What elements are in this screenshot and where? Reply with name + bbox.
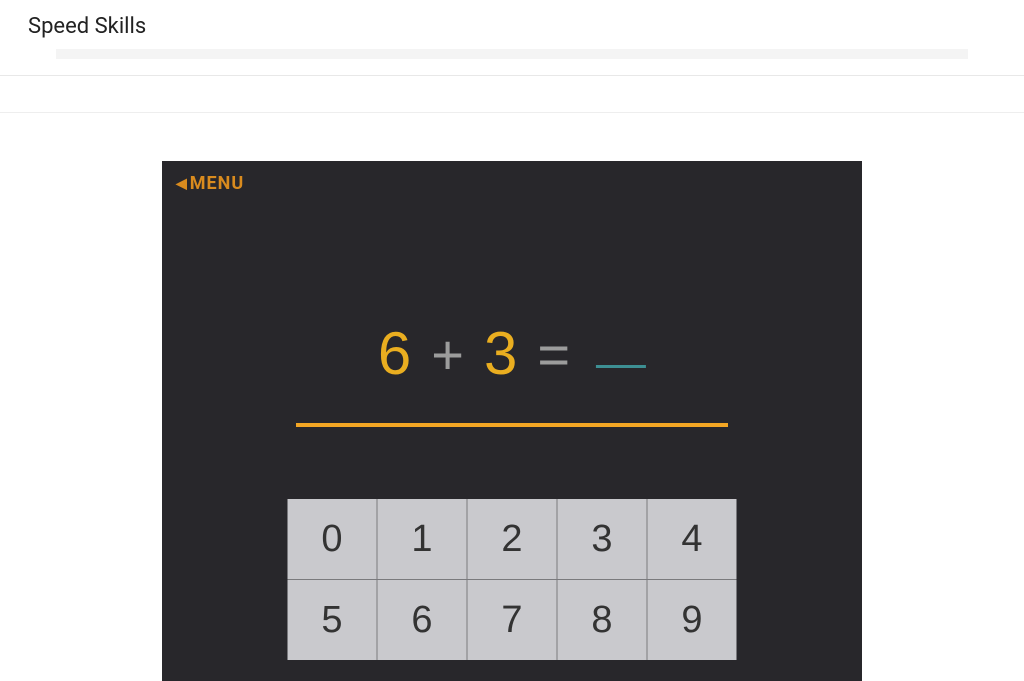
key-0[interactable]: 0 <box>288 499 377 579</box>
back-triangle-icon: ◀ <box>176 176 188 192</box>
key-5[interactable]: 5 <box>288 580 377 660</box>
game-wrapper: ◀ MENU 6 + 3 = 0 1 2 3 4 5 6 7 8 9 <box>0 113 1024 681</box>
key-3[interactable]: 3 <box>558 499 647 579</box>
key-2[interactable]: 2 <box>468 499 557 579</box>
key-1[interactable]: 1 <box>378 499 467 579</box>
operand-2: 3 <box>484 319 517 388</box>
page-title: Speed Skills <box>28 14 996 39</box>
answer-blank <box>596 365 646 368</box>
key-8[interactable]: 8 <box>558 580 647 660</box>
number-keypad: 0 1 2 3 4 5 6 7 8 9 <box>288 499 737 660</box>
key-7[interactable]: 7 <box>468 580 557 660</box>
equation-underline <box>296 423 728 427</box>
operand-1: 6 <box>378 319 411 388</box>
progress-bar <box>56 49 968 59</box>
operator: + <box>431 322 464 387</box>
key-4[interactable]: 4 <box>648 499 737 579</box>
key-9[interactable]: 9 <box>648 580 737 660</box>
menu-button[interactable]: ◀ MENU <box>176 173 244 194</box>
menu-label: MENU <box>190 173 244 194</box>
equals-sign: = <box>537 322 570 387</box>
equation-display: 6 + 3 = <box>378 319 646 388</box>
game-canvas: ◀ MENU 6 + 3 = 0 1 2 3 4 5 6 7 8 9 <box>162 161 862 681</box>
key-6[interactable]: 6 <box>378 580 467 660</box>
page-header: Speed Skills <box>0 0 1024 76</box>
